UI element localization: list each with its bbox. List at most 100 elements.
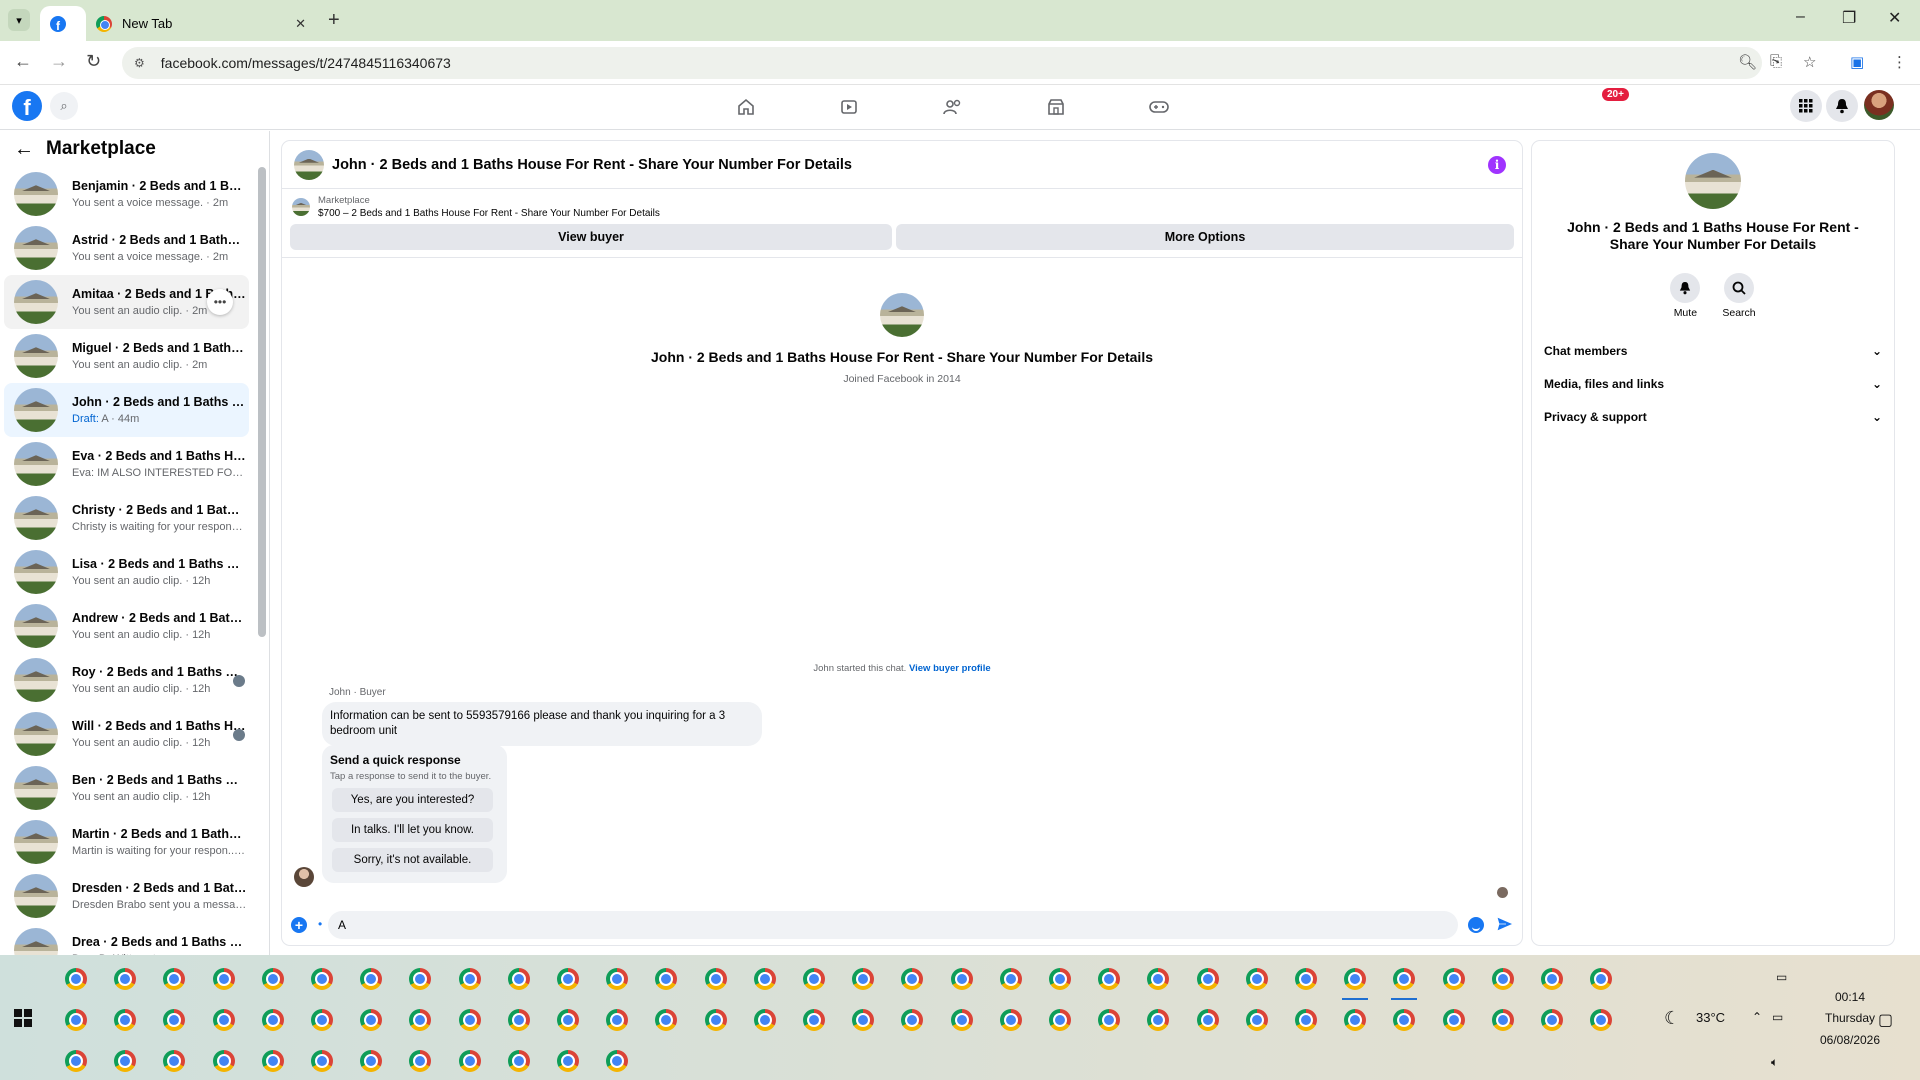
conversation-item[interactable]: Ben · 2 Beds and 1 Baths House ... You se… bbox=[4, 761, 249, 815]
chrome-taskbar-icon[interactable] bbox=[999, 968, 1022, 990]
url-text[interactable]: facebook.com/messages/t/2474845116340673 bbox=[161, 55, 451, 71]
chrome-taskbar-icon[interactable] bbox=[65, 968, 87, 990]
conversation-item[interactable]: Miguel · 2 Beds and 1 Baths Ho... You sen… bbox=[4, 329, 249, 383]
back-arrow-icon[interactable]: ← bbox=[14, 138, 34, 161]
collapse-dot-icon[interactable]: • bbox=[318, 917, 322, 931]
install-icon[interactable]: ⎘ bbox=[1770, 53, 1782, 70]
chrome-taskbar-icon[interactable] bbox=[114, 1050, 137, 1072]
volume-icon[interactable]: 🔈︎ bbox=[1771, 1055, 1778, 1070]
windows-start-icon[interactable] bbox=[14, 1009, 32, 1027]
quick-reply-button[interactable]: In talks. I'll let you know. bbox=[332, 818, 493, 842]
clock-time[interactable]: 00:14 bbox=[1820, 990, 1880, 1004]
chat-title[interactable]: John · 2 Beds and 1 Baths House For Rent… bbox=[332, 157, 852, 173]
chrome-taskbar-icon[interactable] bbox=[261, 968, 284, 990]
chrome-taskbar-icon[interactable] bbox=[360, 968, 383, 990]
chrome-taskbar-icon[interactable] bbox=[557, 968, 579, 990]
chrome-taskbar-icon[interactable] bbox=[409, 1009, 432, 1031]
conversation-item[interactable]: Andrew · 2 Beds and 1 Baths Ho... You sen… bbox=[4, 599, 249, 653]
chrome-taskbar-icon[interactable] bbox=[1147, 1009, 1170, 1031]
network-icon[interactable]: ▭ bbox=[1772, 1010, 1783, 1024]
chrome-taskbar-icon[interactable] bbox=[409, 1050, 432, 1072]
menu-icon[interactable]: ⋮ bbox=[1892, 53, 1907, 71]
chrome-taskbar-icon[interactable] bbox=[1245, 968, 1268, 990]
chrome-taskbar-icon[interactable] bbox=[704, 1009, 727, 1031]
chrome-taskbar-icon[interactable] bbox=[606, 1009, 629, 1031]
chrome-taskbar-icon[interactable] bbox=[65, 1050, 87, 1072]
chrome-taskbar-icon[interactable] bbox=[803, 968, 825, 990]
chrome-taskbar-icon[interactable] bbox=[1049, 1009, 1071, 1031]
chrome-taskbar-icon[interactable] bbox=[606, 968, 629, 990]
chrome-taskbar-icon[interactable] bbox=[1098, 1009, 1121, 1031]
plus-icon[interactable]: + bbox=[291, 917, 307, 933]
conversation-item[interactable]: Roy · 2 Beds and 1 Baths Hou... You sent … bbox=[4, 653, 249, 707]
chrome-taskbar-icon[interactable] bbox=[1049, 968, 1071, 990]
close-window-icon[interactable]: ✕ bbox=[1888, 8, 1901, 28]
facebook-logo[interactable]: f bbox=[12, 91, 42, 121]
chrome-taskbar-icon[interactable] bbox=[852, 968, 875, 990]
chrome-taskbar-icon[interactable] bbox=[606, 1050, 629, 1072]
chrome-taskbar-icon[interactable] bbox=[409, 968, 432, 990]
chrome-taskbar-icon[interactable] bbox=[65, 1009, 87, 1031]
chrome-taskbar-icon[interactable] bbox=[163, 1050, 186, 1072]
chrome-taskbar-icon[interactable] bbox=[1442, 968, 1465, 990]
more-options-icon[interactable]: ••• bbox=[207, 289, 233, 315]
chrome-taskbar-icon[interactable] bbox=[557, 1009, 579, 1031]
sidebar-scrollbar[interactable] bbox=[258, 167, 266, 637]
privacy-support-section[interactable]: Privacy & support ⌄ bbox=[1532, 401, 1894, 434]
chrome-taskbar-icon[interactable] bbox=[114, 1009, 137, 1031]
tab-facebook[interactable]: f bbox=[40, 6, 86, 41]
chrome-taskbar-icon[interactable] bbox=[1491, 968, 1514, 990]
chrome-taskbar-icon[interactable] bbox=[507, 1050, 530, 1072]
search-icon[interactable]: ⌕ bbox=[50, 92, 78, 120]
profile-icon[interactable]: ▣ bbox=[1850, 53, 1864, 71]
quick-reply-button[interactable]: Yes, are you interested? bbox=[332, 788, 493, 812]
chrome-taskbar-icon[interactable] bbox=[1590, 1009, 1613, 1031]
minimize-icon[interactable]: – bbox=[1796, 8, 1805, 26]
view-buyer-button[interactable]: View buyer bbox=[290, 224, 892, 250]
site-info-icon[interactable]: ⚙ bbox=[134, 56, 145, 70]
tab-new-tab[interactable]: New Tab ✕ bbox=[86, 6, 316, 41]
chrome-taskbar-icon[interactable] bbox=[950, 968, 973, 990]
message-input[interactable] bbox=[328, 911, 1458, 939]
chrome-taskbar-icon[interactable] bbox=[1541, 1009, 1563, 1031]
chrome-taskbar-icon[interactable] bbox=[1393, 968, 1416, 990]
chrome-taskbar-icon[interactable] bbox=[1344, 968, 1367, 990]
notification-center-icon[interactable]: ▢ bbox=[1878, 1010, 1893, 1030]
chat-avatar[interactable] bbox=[294, 149, 324, 180]
conversation-item[interactable]: John · 2 Beds and 1 Baths Hous... Draft: … bbox=[4, 383, 249, 437]
conversation-item[interactable]: Eva · 2 Beds and 1 Baths House ... Eva: I… bbox=[4, 437, 249, 491]
video-icon[interactable] bbox=[837, 96, 861, 118]
conversation-item[interactable]: Will · 2 Beds and 1 Baths Hou... You sent… bbox=[4, 707, 249, 761]
clock-date[interactable]: 06/08/2026 bbox=[1802, 1033, 1898, 1047]
conversation-item[interactable]: Martin · 2 Beds and 1 Baths Ho... Martin … bbox=[4, 815, 249, 869]
conversation-item[interactable]: Dresden · 2 Beds and 1 Baths H... Dresden… bbox=[4, 869, 249, 923]
conversation-item[interactable]: Drea · 2 Beds and 1 Baths Hous...Drea De… bbox=[4, 923, 249, 955]
chrome-taskbar-icon[interactable] bbox=[1098, 968, 1121, 990]
quick-reply-button[interactable]: Sorry, it's not available. bbox=[332, 848, 493, 872]
conversation-item[interactable]: Astrid · 2 Beds and 1 Baths Hou... You se… bbox=[4, 221, 249, 275]
chrome-taskbar-icon[interactable] bbox=[311, 968, 333, 990]
notifications-bell-icon[interactable] bbox=[1826, 90, 1858, 122]
chrome-taskbar-icon[interactable] bbox=[360, 1009, 383, 1031]
conversation-item[interactable]: Benjamin · 2 Beds and 1 Baths ... You sen… bbox=[4, 167, 249, 221]
chrome-taskbar-icon[interactable] bbox=[212, 1009, 235, 1031]
account-avatar[interactable] bbox=[1864, 90, 1894, 120]
media-files-section[interactable]: Media, files and links ⌄ bbox=[1532, 368, 1894, 401]
search-button[interactable]: Search bbox=[1722, 272, 1756, 319]
page-scrollbar[interactable] bbox=[1906, 86, 1920, 956]
weather-temperature[interactable]: 33°C bbox=[1696, 1010, 1725, 1025]
omnibox[interactable]: ⚙ facebook.com/messages/t/24748451163406… bbox=[122, 47, 1762, 79]
more-options-button[interactable]: More Options bbox=[896, 224, 1514, 250]
tab-search-dropdown[interactable]: ▾ bbox=[8, 9, 30, 31]
chrome-taskbar-icon[interactable] bbox=[753, 968, 776, 990]
friends-icon[interactable] bbox=[941, 96, 965, 118]
restore-icon[interactable]: ❐ bbox=[1842, 8, 1856, 28]
chrome-taskbar-icon[interactable] bbox=[212, 1050, 235, 1072]
view-buyer-profile-link[interactable]: View buyer profile bbox=[909, 663, 991, 674]
gaming-icon[interactable] bbox=[1147, 96, 1171, 118]
chrome-taskbar-icon[interactable] bbox=[458, 1050, 481, 1072]
chrome-taskbar-icon[interactable] bbox=[1196, 1009, 1219, 1031]
weather-moon-icon[interactable]: ☾ bbox=[1664, 1008, 1680, 1029]
chrome-taskbar-icon[interactable] bbox=[1541, 968, 1563, 990]
message-bubble[interactable]: Information can be sent to 5593579166 pl… bbox=[322, 702, 762, 746]
